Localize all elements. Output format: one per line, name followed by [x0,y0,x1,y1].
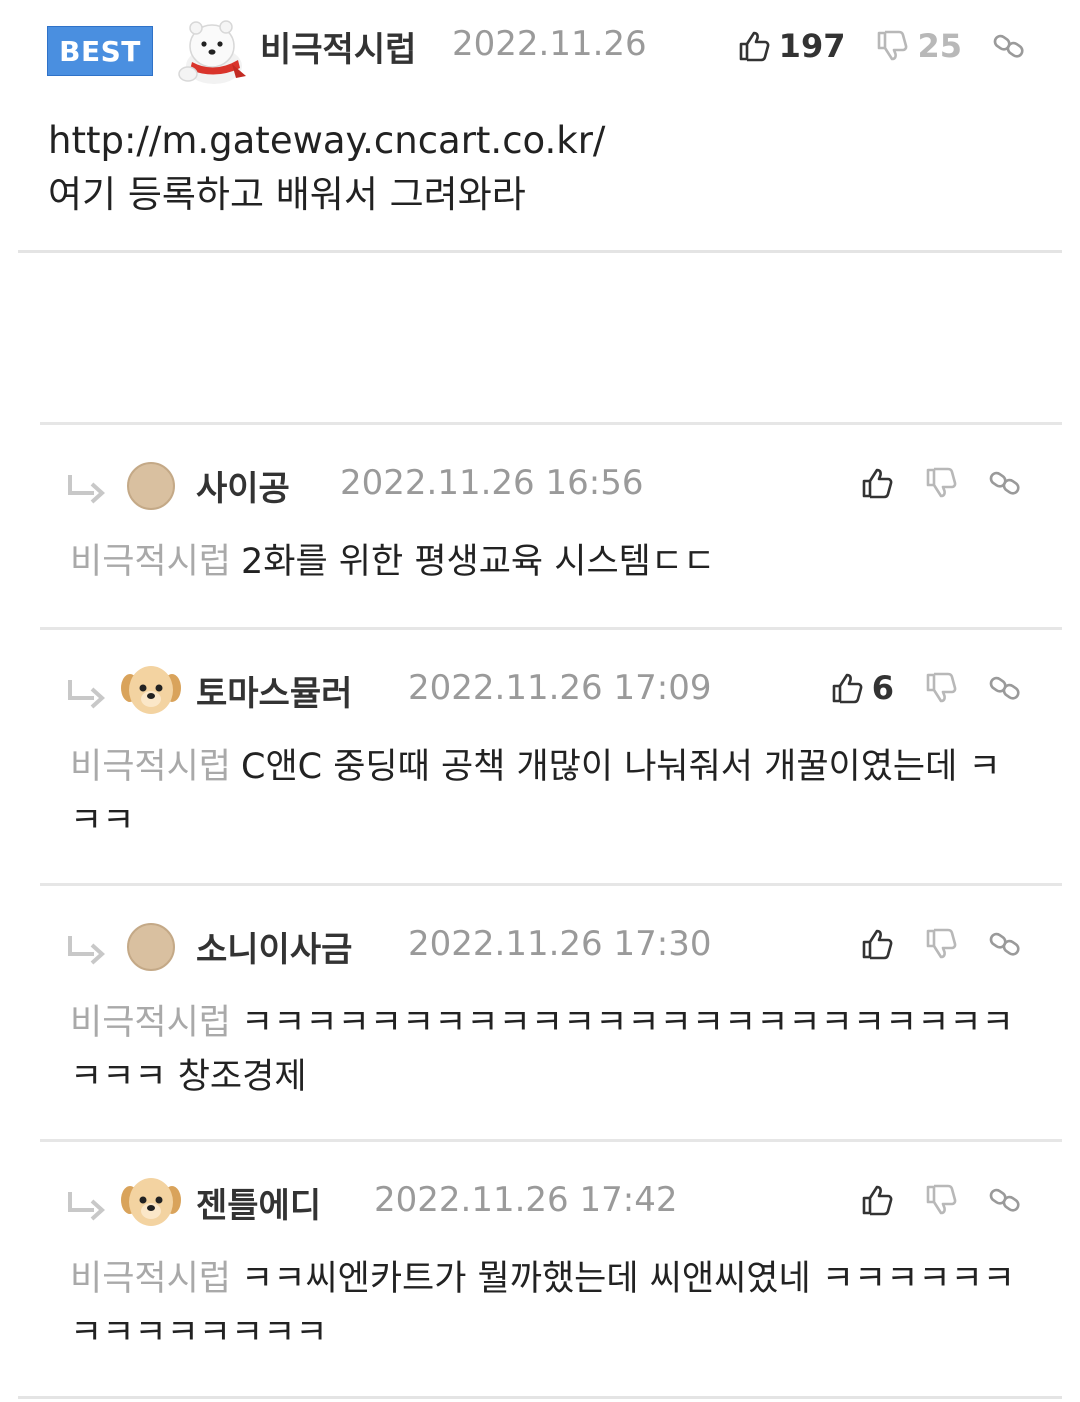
reply-date: 2022.11.26 17:09 [408,668,712,708]
reply-body: 비극적시럽 C앤C 중딩때 공책 개많이 나눠줘서 개꿀이였는데 ㅋㅋㅋ [70,740,1030,848]
best-actions: 197 25 [707,22,1026,70]
default-avatar[interactable] [116,449,186,519]
reply-arrow-icon [64,674,108,714]
best-date: 2022.11.26 [452,24,647,64]
reply-item: 소니이사금 2022.11.26 17:30 비극적시럽 ㅋㅋㅋㅋㅋㅋㅋㅋㅋㅋㅋㅋ… [40,883,1062,1142]
divider [18,250,1062,253]
link-button[interactable] [988,927,1022,961]
best-dislike-count: 25 [917,27,962,65]
mention[interactable]: 비극적시럽 [70,747,231,787]
best-link-button[interactable] [992,29,1026,63]
best-comment-body: http://m.gateway.cncart.co.kr/ 여기 등록하고 배… [48,114,605,222]
thumbs-up-icon [860,1183,894,1217]
puppy-avatar[interactable] [116,1166,186,1236]
reply-header: 토마스뮬러 2022.11.26 17:09 6 [40,630,1062,740]
thumbs-down-icon [924,671,958,705]
best-badge: BEST [47,26,153,76]
reply-arrow-icon [64,1186,108,1226]
reply-body: 비극적시럽 2화를 위한 평생교육 시스템ㄷㄷ [70,535,1030,589]
reply-header: 소니이사금 2022.11.26 17:30 [40,886,1062,996]
dislike-button[interactable] [924,1183,958,1217]
best-author-name[interactable]: 비극적시럽 [260,22,416,71]
reply-date: 2022.11.26 16:56 [340,463,644,503]
reply-actions [830,459,1022,507]
link-button[interactable] [988,671,1022,705]
puppy-avatar[interactable] [116,654,186,724]
reply-arrow-icon [64,930,108,970]
thumbs-up-icon [860,466,894,500]
reply-arrow-icon [64,469,108,509]
like-count: 6 [871,669,894,707]
reply-item: 사이공 2022.11.26 16:56 비극적시럽 2화를 위한 평생교육 시스… [40,422,1062,631]
thumbs-up-icon [860,927,894,961]
best-comment: BEST 비극적시럽 2022.11.26 197 25 http://m.ga… [0,0,1080,254]
best-dislike-button[interactable]: 25 [875,27,962,65]
thumbs-down-icon [924,1183,958,1217]
default-avatar[interactable] [116,910,186,980]
reply-actions [830,1176,1022,1224]
reply-item: 젠틀에디 2022.11.26 17:42 비극적시럽 ㅋㅋ씨엔카트가 뭘까했는데… [40,1139,1062,1398]
reply-header: 사이공 2022.11.26 16:56 [40,425,1062,535]
link-button[interactable] [988,466,1022,500]
thumbs-up-icon [737,29,771,63]
thumbs-down-icon [924,466,958,500]
like-button[interactable]: 6 [830,669,894,707]
reply-author-name[interactable]: 사이공 [196,461,290,510]
reply-body: 비극적시럽 ㅋㅋ씨엔카트가 뭘까했는데 씨앤씨였네 ㅋㅋㅋㅋㅋㅋㅋㅋㅋㅋㅋㅋㅋㅋ [70,1252,1030,1360]
like-button[interactable] [860,1183,894,1217]
link-icon [992,29,1026,63]
reply-author-name[interactable]: 토마스뮬러 [196,666,352,715]
reply-actions [830,920,1022,968]
reply-body: 비극적시럽 ㅋㅋㅋㅋㅋㅋㅋㅋㅋㅋㅋㅋㅋㅋㅋㅋㅋㅋㅋㅋㅋㅋㅋㅋㅋㅋㅋ 창조경제 [70,996,1030,1104]
divider [18,1396,1062,1399]
mention[interactable]: 비극적시럽 [70,542,231,582]
reply-item: 토마스뮬러 2022.11.26 17:09 6 비극적시럽 C앤C 중딩때 공책… [40,627,1062,886]
best-like-button[interactable]: 197 [737,27,846,65]
polar-bear-avatar[interactable] [176,14,252,86]
best-comment-link[interactable]: http://m.gateway.cncart.co.kr/ [48,114,605,168]
thumbs-down-icon [875,29,909,63]
reply-header: 젠틀에디 2022.11.26 17:42 [40,1142,1062,1252]
like-button[interactable] [860,466,894,500]
like-button[interactable] [860,927,894,961]
link-icon [988,1183,1022,1217]
link-button[interactable] [988,1183,1022,1217]
link-icon [988,671,1022,705]
thumbs-up-icon [830,671,864,705]
mention[interactable]: 비극적시럽 [70,1003,231,1043]
reply-author-name[interactable]: 소니이사금 [196,922,352,971]
reply-text: 2화를 위한 평생교육 시스템ㄷㄷ [241,542,716,582]
best-comment-text: 여기 등록하고 배워서 그려와라 [48,173,526,216]
reply-actions: 6 [800,664,1022,712]
dislike-button[interactable] [924,671,958,705]
link-icon [988,927,1022,961]
dislike-button[interactable] [924,927,958,961]
dislike-button[interactable] [924,466,958,500]
best-like-count: 197 [778,27,846,65]
mention[interactable]: 비극적시럽 [70,1259,231,1299]
reply-author-name[interactable]: 젠틀에디 [196,1178,321,1227]
reply-date: 2022.11.26 17:42 [374,1180,678,1220]
thumbs-down-icon [924,927,958,961]
reply-date: 2022.11.26 17:30 [408,924,712,964]
link-icon [988,466,1022,500]
